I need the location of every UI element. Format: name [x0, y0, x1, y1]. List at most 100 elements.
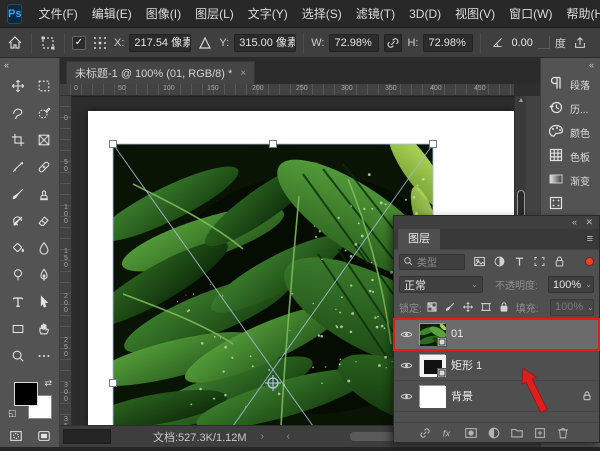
pen-tool[interactable]: [32, 263, 56, 286]
layer-row-01[interactable]: 01: [394, 319, 599, 350]
reference-point-checkbox[interactable]: ✓: [72, 36, 86, 50]
h-input[interactable]: 72.98%: [423, 34, 473, 52]
link-layers-icon[interactable]: [418, 426, 432, 440]
bucket-tool[interactable]: [6, 236, 30, 259]
screenmode-button[interactable]: [34, 424, 54, 447]
type-tool[interactable]: [6, 290, 30, 313]
panel-close-icon[interactable]: ✕: [585, 217, 593, 228]
share-icon[interactable]: [571, 34, 589, 52]
quickmask-button[interactable]: [6, 424, 26, 447]
hand-tool[interactable]: [32, 317, 56, 340]
dock-item-色板[interactable]: 色板: [541, 144, 600, 168]
status-nav-arrows[interactable]: › ‹: [261, 431, 300, 442]
blend-mode-select[interactable]: 正常⌄: [399, 276, 483, 293]
marquee-tool[interactable]: [32, 74, 56, 97]
w-input[interactable]: 72.98%: [329, 34, 379, 52]
history-brush-tool[interactable]: [6, 209, 30, 232]
healing-tool[interactable]: [32, 155, 56, 178]
fill-select[interactable]: 100%⌄: [550, 299, 594, 316]
layer-thumbnail[interactable]: [419, 354, 445, 376]
eyedropper-tool[interactable]: [6, 155, 30, 178]
delete-layer-icon[interactable]: [556, 426, 570, 440]
foreground-color[interactable]: [14, 382, 38, 406]
menu-item-L[interactable]: 图层(L): [188, 0, 241, 28]
home-icon[interactable]: [6, 34, 24, 52]
layer-thumbnail[interactable]: [419, 385, 445, 407]
default-colors-icon[interactable]: ◱: [8, 408, 17, 419]
document-tab[interactable]: 未标题-1 @ 100% (01, RGB/8) * ×: [66, 61, 255, 84]
swap-colors-icon[interactable]: ⇄: [44, 378, 52, 389]
opacity-select[interactable]: 100%⌄: [548, 276, 594, 293]
lock-paint-icon[interactable]: [444, 301, 456, 313]
brush-tool[interactable]: [6, 182, 30, 205]
stamp-tool[interactable]: [32, 182, 56, 205]
move-tool[interactable]: [6, 74, 30, 97]
zoom-tool[interactable]: [6, 344, 30, 367]
shape-filter-icon[interactable]: [533, 255, 546, 268]
image-filter-icon[interactable]: [473, 255, 486, 268]
y-input[interactable]: 315.00 像素: [234, 34, 296, 52]
horizontal-scroll-thumb[interactable]: [350, 432, 395, 441]
layer-mask-icon[interactable]: [464, 426, 478, 440]
menu-item-F[interactable]: 文件(F): [31, 0, 84, 28]
layer-search-box[interactable]: 类型: [399, 254, 465, 270]
tab-close-icon[interactable]: ×: [240, 68, 246, 79]
path-select-tool[interactable]: [32, 290, 56, 313]
shape-tool[interactable]: [6, 317, 30, 340]
lock-move-icon[interactable]: [462, 301, 474, 313]
menu-item-T[interactable]: 滤镜(T): [349, 0, 402, 28]
dock-item-段落[interactable]: 段落: [541, 72, 600, 96]
separator: [303, 33, 304, 53]
delta-icon[interactable]: [196, 34, 214, 52]
smart-filter-icon[interactable]: [553, 255, 566, 268]
lasso-tool[interactable]: [6, 101, 30, 124]
lock-transparent-icon[interactable]: [426, 301, 438, 313]
transform-tool-icon[interactable]: [39, 34, 57, 52]
eraser-tool[interactable]: [32, 209, 56, 232]
visibility-eye-icon[interactable]: [400, 390, 413, 403]
tab-layers[interactable]: 图层: [398, 229, 440, 250]
filter-toggle-icon[interactable]: [585, 257, 594, 266]
dock-item-pattern[interactable]: [541, 192, 600, 216]
panel-collapse-icon[interactable]: «: [572, 217, 577, 227]
dock-item-渐变[interactable]: 渐变: [541, 168, 600, 192]
menu-item-H[interactable]: 帮助(H): [559, 0, 600, 28]
x-input[interactable]: 217.54 像素: [129, 34, 191, 52]
dodge-tool[interactable]: [6, 263, 30, 286]
lock-all-icon[interactable]: [498, 301, 510, 313]
menu-item-E[interactable]: 编辑(E): [85, 0, 139, 28]
frame-tool[interactable]: [32, 128, 56, 151]
zoom-level-input[interactable]: [63, 429, 111, 444]
crop-tool[interactable]: [6, 128, 30, 151]
dock-item-颜色[interactable]: 颜色: [541, 120, 600, 144]
blur-tool[interactable]: [32, 236, 56, 259]
visibility-eye-icon[interactable]: [400, 359, 413, 372]
reference-point-grid-icon[interactable]: [91, 34, 109, 52]
panel-menu-icon[interactable]: ≡: [587, 233, 593, 245]
new-group-icon[interactable]: [510, 426, 524, 440]
layer-style-icon[interactable]: fx: [441, 426, 455, 440]
angle-input[interactable]: 0.00: [511, 37, 532, 49]
new-layer-icon[interactable]: [533, 426, 547, 440]
dock-item-历...[interactable]: 历...: [541, 96, 600, 120]
ellipsis-tool[interactable]: [32, 344, 56, 367]
adjust-filter-icon[interactable]: [493, 255, 506, 268]
menu-item-S[interactable]: 选择(S): [295, 0, 349, 28]
dock-collapse-icon[interactable]: «: [589, 60, 594, 70]
menu-item-Y[interactable]: 文字(Y): [241, 0, 295, 28]
menu-item-I[interactable]: 图像(I): [139, 0, 188, 28]
visibility-eye-icon[interactable]: [400, 328, 413, 341]
type-filter-icon[interactable]: [513, 255, 526, 268]
layer-thumbnail[interactable]: [419, 323, 445, 345]
menu-item-W[interactable]: 窗口(W): [502, 0, 559, 28]
toolbar-collapse-icon[interactable]: «: [4, 60, 9, 70]
adjustment-layer-icon[interactable]: [487, 426, 501, 440]
link-dimensions-icon[interactable]: [384, 34, 402, 52]
layer-row-矩形 1[interactable]: 矩形 1: [394, 350, 599, 381]
layer-row-背景[interactable]: 背景: [394, 381, 599, 412]
lock-artboard-icon[interactable]: [480, 301, 492, 313]
menu-item-V[interactable]: 视图(V): [448, 0, 502, 28]
menu-item-3DD[interactable]: 3D(D): [402, 0, 448, 28]
quick-select-tool[interactable]: [32, 101, 56, 124]
leaves-image[interactable]: [113, 144, 433, 425]
